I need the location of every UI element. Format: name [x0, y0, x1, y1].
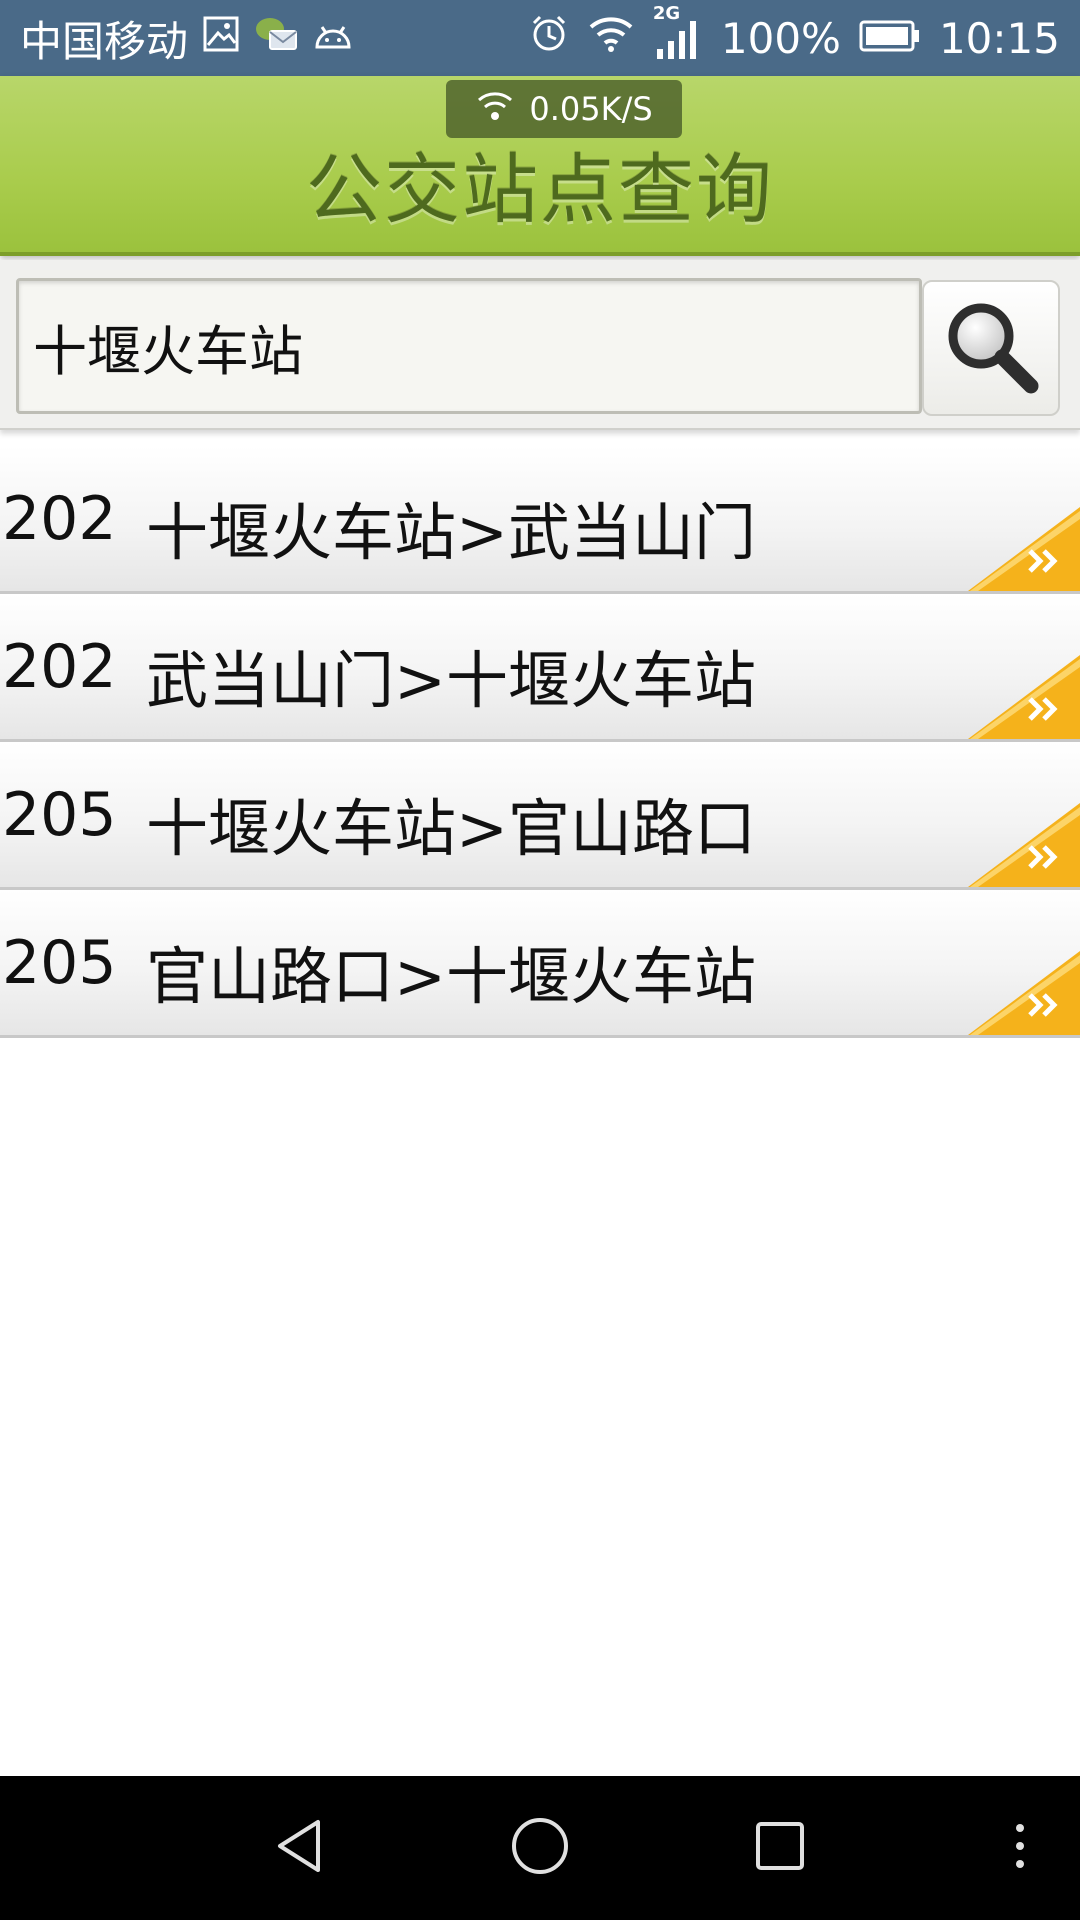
route-direction: 武当山门>十堰火车站: [146, 644, 756, 717]
navigation-bar: [0, 1776, 1080, 1920]
back-button[interactable]: [240, 1776, 360, 1920]
status-bar: 中国移动 2G 100% 10:15: [0, 0, 1080, 76]
page-title: 公交站点查询: [306, 145, 774, 234]
list-item[interactable]: 205 十堰火车站>官山路口: [0, 742, 1080, 890]
menu-icon: [1014, 1822, 1026, 1874]
list-item[interactable]: 202 武当山门>十堰火车站: [0, 594, 1080, 742]
wifi-icon: [475, 88, 515, 130]
search-icon: [941, 296, 1041, 400]
wifi-icon: [587, 13, 635, 63]
back-icon: [270, 1816, 330, 1880]
home-button[interactable]: [480, 1776, 600, 1920]
home-icon: [508, 1814, 572, 1882]
battery-icon: [859, 14, 921, 63]
double-chevron-right-icon: [968, 803, 1080, 887]
list-item[interactable]: 205 官山路口>十堰火车站: [0, 890, 1080, 1038]
route-number: 202: [2, 632, 117, 702]
recents-icon: [750, 1816, 810, 1880]
message-notification-icon: [254, 14, 298, 63]
recents-button[interactable]: [720, 1776, 840, 1920]
carrier-name: 中国移动: [20, 16, 189, 66]
route-direction: 十堰火车站>官山路口: [146, 792, 756, 865]
route-direction: 十堰火车站>武当山门: [146, 496, 756, 569]
route-direction: 官山路口>十堰火车站: [146, 940, 756, 1013]
double-chevron-right-icon: [968, 507, 1080, 591]
route-number: 205: [2, 780, 117, 850]
route-number: 205: [2, 928, 117, 998]
app-header: 公交站点查询 0.05K/S: [0, 76, 1080, 256]
list-item[interactable]: 202 十堰火车站>武当山门: [0, 446, 1080, 594]
search-button[interactable]: [922, 280, 1060, 416]
network-speed-toast: 0.05K/S: [446, 80, 682, 138]
search-input[interactable]: 十堰火车站: [16, 278, 922, 414]
battery-percent: 100%: [720, 13, 841, 63]
alarm-icon: [529, 13, 569, 63]
network-speed-label: 0.05K/S: [529, 90, 653, 128]
double-chevron-right-icon: [968, 951, 1080, 1035]
menu-button[interactable]: [990, 1776, 1050, 1920]
result-list: 202 十堰火车站>武当山门 202 武当山门>十堰火车站 205 十堰火车站>…: [0, 446, 1080, 1038]
gallery-icon: [202, 14, 240, 63]
route-number: 202: [2, 484, 117, 554]
android-icon: [312, 14, 354, 63]
network-type-label: 2G: [652, 3, 681, 24]
search-bar: 十堰火车站: [0, 260, 1080, 430]
signal-icon: 2G: [653, 3, 703, 63]
double-chevron-right-icon: [968, 655, 1080, 739]
clock: 10:15: [938, 13, 1060, 63]
